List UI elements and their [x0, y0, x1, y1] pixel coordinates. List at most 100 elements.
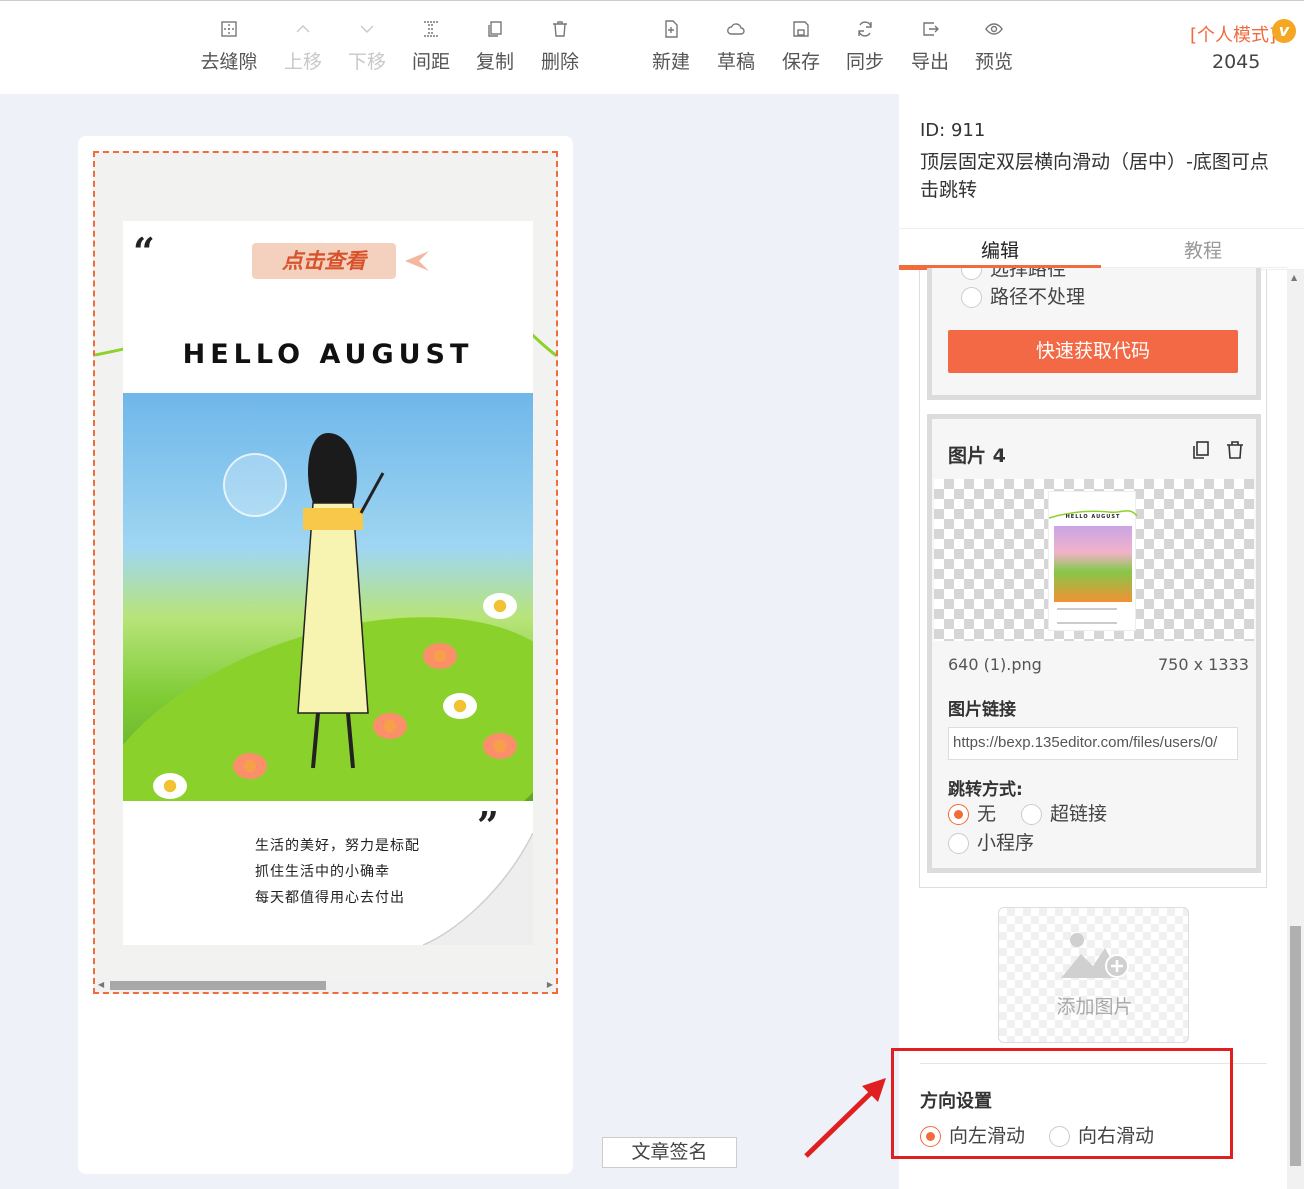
view-tag-button[interactable]: 点击查看 — [252, 243, 396, 279]
scroll-up-icon[interactable]: ▲ — [1291, 273, 1297, 282]
flower — [483, 593, 517, 619]
image-item-3: 选择路径 路径不处理 快速获取代码 — [927, 258, 1261, 400]
panel-tabs-cover: 编辑 教程 — [899, 228, 1288, 268]
scroll-right-icon[interactable]: ▶ — [547, 980, 553, 989]
preview-line: 抓住生活中的小确幸 — [255, 864, 390, 880]
draft-button[interactable]: 草稿 — [704, 19, 768, 74]
radio-icon[interactable] — [948, 804, 969, 825]
preview-heading: HELLO AUGUST — [182, 339, 474, 370]
template-title: 顶层固定双层横向滑动（居中）-底图可点击跳转 — [920, 151, 1269, 201]
thumbnail-text — [1057, 608, 1117, 624]
save-label: 保存 — [781, 51, 820, 73]
move-up-button[interactable]: 上移 — [271, 19, 335, 74]
image-link-input[interactable]: https://bexp.135editor.com/files/users/0… — [948, 727, 1238, 760]
radio-icon[interactable] — [948, 833, 969, 854]
image-item-title: 图片 4 — [948, 445, 1006, 467]
radio-icon[interactable] — [961, 287, 982, 308]
move-up-label: 上移 — [283, 51, 322, 73]
chevron-up-icon — [293, 19, 313, 41]
sync-button[interactable]: 同步 — [833, 19, 897, 74]
option-label: 超链接 — [1050, 803, 1108, 825]
trash-icon[interactable] — [1224, 439, 1246, 463]
summer-illustration — [123, 393, 533, 801]
move-down-button[interactable]: 下移 — [335, 19, 399, 74]
draft-label: 草稿 — [716, 51, 755, 73]
spacing-icon — [421, 19, 441, 41]
page-curl-decoration — [423, 833, 533, 945]
mode-label[interactable]: [个人模式] — [1190, 21, 1276, 47]
sync-icon — [855, 19, 875, 41]
option-label: 小程序 — [977, 832, 1035, 854]
delete-button[interactable]: 删除 — [528, 19, 592, 74]
thumbnail-preview: HELLO AUGUST — [1048, 491, 1137, 631]
template-preview[interactable]: “ 点击查看 HELLO AUGUST ” 生活的美好，努力是标配 抓住生活中的… — [93, 151, 558, 994]
add-image-button[interactable]: 添加图片 — [998, 907, 1189, 1043]
count-value: 2045 — [1212, 51, 1261, 73]
annotation-highlight-box — [891, 1048, 1233, 1159]
flower — [373, 713, 407, 739]
copy-button[interactable]: 复制 — [463, 19, 527, 74]
option-label: 路径不处理 — [990, 286, 1086, 308]
scrollbar-thumb[interactable] — [110, 981, 326, 990]
paper-plane-icon — [405, 251, 429, 271]
new-file-icon — [661, 19, 681, 41]
spacing-button[interactable]: 间距 — [399, 19, 463, 74]
preview-line: 生活的美好，努力是标配 — [255, 838, 420, 854]
remove-gap-label: 去缝隙 — [200, 51, 258, 73]
template-id: ID: 911 — [920, 120, 986, 141]
vip-badge-icon[interactable]: v — [1272, 19, 1296, 43]
thumbnail-heading: HELLO AUGUST — [1065, 514, 1121, 520]
jump-option-miniprogram[interactable]: 小程序 — [948, 828, 1034, 855]
preview-label: 预览 — [974, 51, 1013, 73]
preview-text: 生活的美好，努力是标配 抓住生活中的小确幸 每天都值得用心去付出 — [255, 833, 420, 911]
jump-option-none[interactable]: 无 — [948, 799, 996, 826]
scroll-left-icon[interactable]: ◀ — [98, 980, 104, 989]
panel-tabs-border — [899, 228, 1288, 268]
flower — [443, 693, 477, 719]
export-label: 导出 — [910, 51, 949, 73]
tab-tutorial-label[interactable]: 教程 — [1184, 236, 1222, 263]
flower — [423, 643, 457, 669]
new-label: 新建 — [651, 51, 690, 73]
path-option-none[interactable]: 路径不处理 — [961, 282, 1085, 309]
option-label: 无 — [977, 803, 997, 825]
export-icon — [920, 19, 940, 41]
remove-gap-button[interactable]: 去缝隙 — [197, 19, 261, 74]
get-code-button[interactable]: 快速获取代码 — [948, 330, 1238, 373]
copy-label: 复制 — [475, 51, 514, 73]
scrollbar-thumb[interactable] — [1290, 926, 1301, 1166]
preview-line: 每天都值得用心去付出 — [255, 890, 405, 906]
image-thumbnail[interactable]: HELLO AUGUST — [934, 479, 1254, 641]
image-link-label: 图片链接 — [948, 700, 1016, 720]
tab-edit-label[interactable]: 编辑 — [981, 236, 1019, 263]
chevron-down-icon — [357, 19, 377, 41]
spacing-label: 间距 — [411, 51, 450, 73]
open-quote-icon: “ — [133, 229, 155, 274]
cloud-icon — [726, 19, 746, 41]
copy-icon[interactable] — [1190, 439, 1212, 463]
toolbar: 去缝隙 上移 下移 间距 复制 删除 新建 草稿 保存 同步 导出 预览 [个人… — [0, 0, 1304, 94]
save-icon — [791, 19, 811, 41]
flower — [483, 733, 517, 759]
radio-icon[interactable] — [1021, 804, 1042, 825]
horizontal-scrollbar[interactable]: ◀ ▶ — [95, 979, 556, 992]
trash-icon — [550, 19, 570, 41]
move-down-label: 下移 — [347, 51, 386, 73]
file-name: 640 (1).png — [948, 655, 1042, 674]
image-item-4: 图片 4 HELLO AUGUST 640 (1).png 750 x 1333… — [927, 414, 1261, 873]
export-button[interactable]: 导出 — [898, 19, 962, 74]
new-button[interactable]: 新建 — [639, 19, 703, 74]
preview-button[interactable]: 预览 — [962, 19, 1026, 74]
add-image-label: 添加图片 — [1056, 996, 1133, 1018]
active-tab-indicator — [899, 265, 1101, 268]
save-button[interactable]: 保存 — [769, 19, 833, 74]
sync-label: 同步 — [845, 51, 884, 73]
vertical-scrollbar[interactable]: ▲ — [1287, 270, 1304, 1189]
jump-option-hyperlink[interactable]: 超链接 — [1021, 799, 1107, 826]
article-signature-button[interactable]: 文章签名 — [602, 1137, 737, 1168]
copy-icon — [485, 19, 505, 41]
flower — [153, 773, 187, 799]
flower — [233, 753, 267, 779]
jump-mode-label: 跳转方式: — [948, 780, 1023, 800]
annotation-arrow-icon — [804, 1078, 886, 1158]
